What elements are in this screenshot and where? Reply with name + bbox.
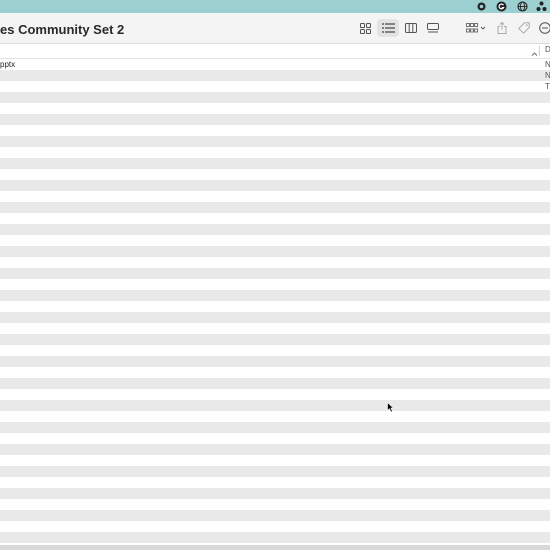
list-item[interactable]	[0, 246, 550, 257]
list-item[interactable]	[0, 345, 550, 356]
file-kind: T	[545, 82, 550, 91]
list-item[interactable]	[0, 268, 550, 279]
list-item[interactable]	[0, 389, 550, 400]
list-item[interactable]	[0, 477, 550, 488]
mouse-pointer-icon	[387, 401, 395, 416]
list-item[interactable]	[0, 510, 550, 521]
list-item[interactable]	[0, 455, 550, 466]
list-item[interactable]	[0, 92, 550, 103]
list-item[interactable]	[0, 521, 550, 532]
chevron-up-icon[interactable]	[531, 46, 538, 60]
list-item[interactable]	[0, 378, 550, 389]
shortcuts-icon[interactable]	[536, 1, 547, 12]
list-item[interactable]	[0, 444, 550, 455]
list-item[interactable]	[0, 224, 550, 235]
column-header: D	[0, 44, 550, 59]
list-item[interactable]	[0, 103, 550, 114]
list-item[interactable]	[0, 488, 550, 499]
list-item[interactable]	[0, 323, 550, 334]
column-view-button[interactable]	[402, 19, 420, 37]
more-icon	[539, 22, 550, 34]
share-button[interactable]	[494, 19, 510, 37]
vpn-icon[interactable]	[517, 1, 528, 12]
list-item[interactable]	[0, 114, 550, 125]
list-item[interactable]	[0, 257, 550, 268]
share-icon	[497, 22, 507, 34]
list-item[interactable]	[0, 466, 550, 477]
window-title: es Community Set 2	[0, 22, 125, 37]
column-divider[interactable]	[539, 46, 540, 56]
grammarly-icon[interactable]	[496, 1, 507, 12]
list-item[interactable]	[0, 169, 550, 180]
file-kind: N	[545, 60, 550, 69]
list-item[interactable]: pptx N	[0, 59, 550, 70]
list-item[interactable]	[0, 147, 550, 158]
list-item[interactable]	[0, 136, 550, 147]
group-icon	[466, 23, 486, 33]
gallery-icon	[427, 23, 439, 33]
menu-bar	[0, 0, 550, 13]
list-view-button[interactable]	[377, 19, 399, 37]
list-item[interactable]	[0, 411, 550, 422]
list-item[interactable]	[0, 532, 550, 543]
more-button[interactable]	[538, 19, 550, 37]
file-kind: N	[545, 71, 550, 80]
group-by-button[interactable]	[464, 19, 488, 37]
gallery-view-button[interactable]	[424, 19, 442, 37]
status-bar	[0, 545, 550, 550]
list-item[interactable]	[0, 312, 550, 323]
icon-view-button[interactable]	[356, 19, 374, 37]
list-item[interactable]	[0, 422, 550, 433]
list-item[interactable]: T	[0, 81, 550, 92]
list-item[interactable]	[0, 433, 550, 444]
record-icon[interactable]	[476, 1, 487, 12]
list-icon	[381, 23, 395, 33]
list-item[interactable]	[0, 158, 550, 169]
list-item[interactable]	[0, 191, 550, 202]
finder-toolbar: es Community Set 2	[0, 13, 550, 44]
file-name: pptx	[0, 60, 16, 69]
list-item[interactable]	[0, 180, 550, 191]
list-item[interactable]	[0, 213, 550, 224]
list-item[interactable]	[0, 290, 550, 301]
tags-button[interactable]	[516, 19, 532, 37]
tag-icon	[518, 22, 530, 34]
list-item[interactable]	[0, 367, 550, 378]
list-item[interactable]	[0, 334, 550, 345]
kind-column-header[interactable]: D	[545, 45, 550, 54]
list-item[interactable]	[0, 235, 550, 246]
list-item[interactable]	[0, 400, 550, 411]
file-list: pptx N N T	[0, 59, 550, 550]
list-item[interactable]: N	[0, 70, 550, 81]
list-item[interactable]	[0, 125, 550, 136]
grid-icon	[359, 22, 371, 34]
list-item[interactable]	[0, 301, 550, 312]
list-item[interactable]	[0, 279, 550, 290]
list-item[interactable]	[0, 202, 550, 213]
list-item[interactable]	[0, 356, 550, 367]
columns-icon	[405, 23, 417, 33]
list-item[interactable]	[0, 499, 550, 510]
